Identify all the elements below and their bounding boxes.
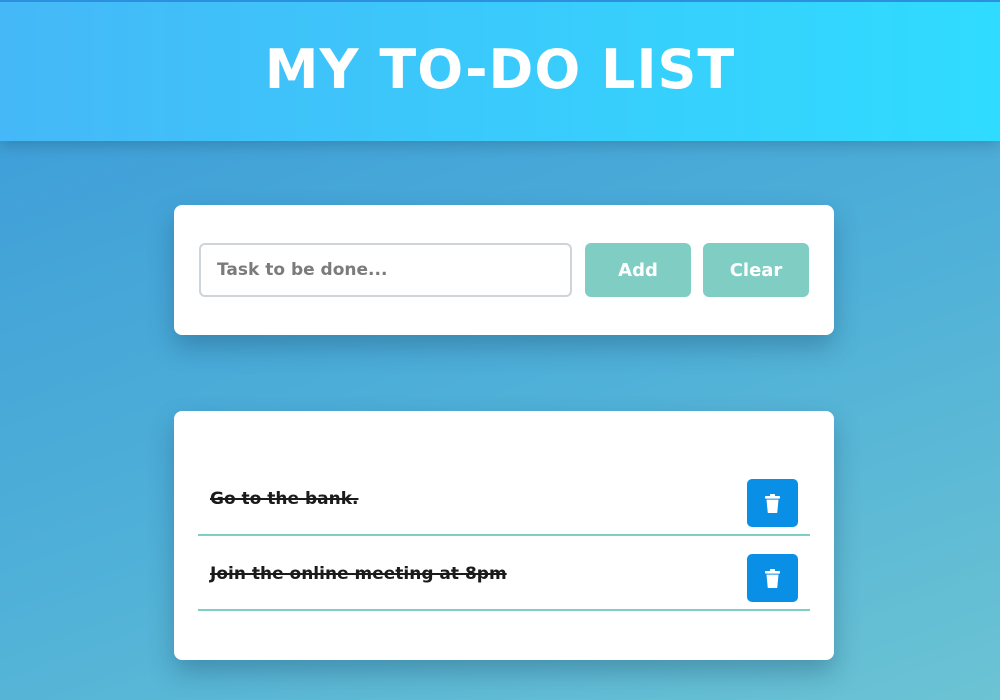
task-input[interactable] (199, 243, 572, 297)
trash-icon (765, 568, 780, 588)
todo-item[interactable]: Join the online meeting at 8pm (198, 536, 810, 611)
add-button[interactable]: Add (585, 243, 691, 297)
clear-button[interactable]: Clear (703, 243, 809, 297)
delete-button[interactable] (747, 554, 798, 602)
todo-text[interactable]: Join the online meeting at 8pm (210, 536, 507, 611)
app-header: MY TO-DO LIST (0, 0, 1000, 141)
trash-icon (765, 493, 780, 513)
todo-item[interactable]: Go to the bank. (198, 461, 810, 536)
delete-button[interactable] (747, 479, 798, 527)
page-title: MY TO-DO LIST (264, 38, 736, 101)
task-form-card: Add Clear (174, 205, 834, 335)
todo-list-card: Go to the bank. Join the online meeting … (174, 411, 834, 660)
todo-text[interactable]: Go to the bank. (210, 461, 358, 536)
